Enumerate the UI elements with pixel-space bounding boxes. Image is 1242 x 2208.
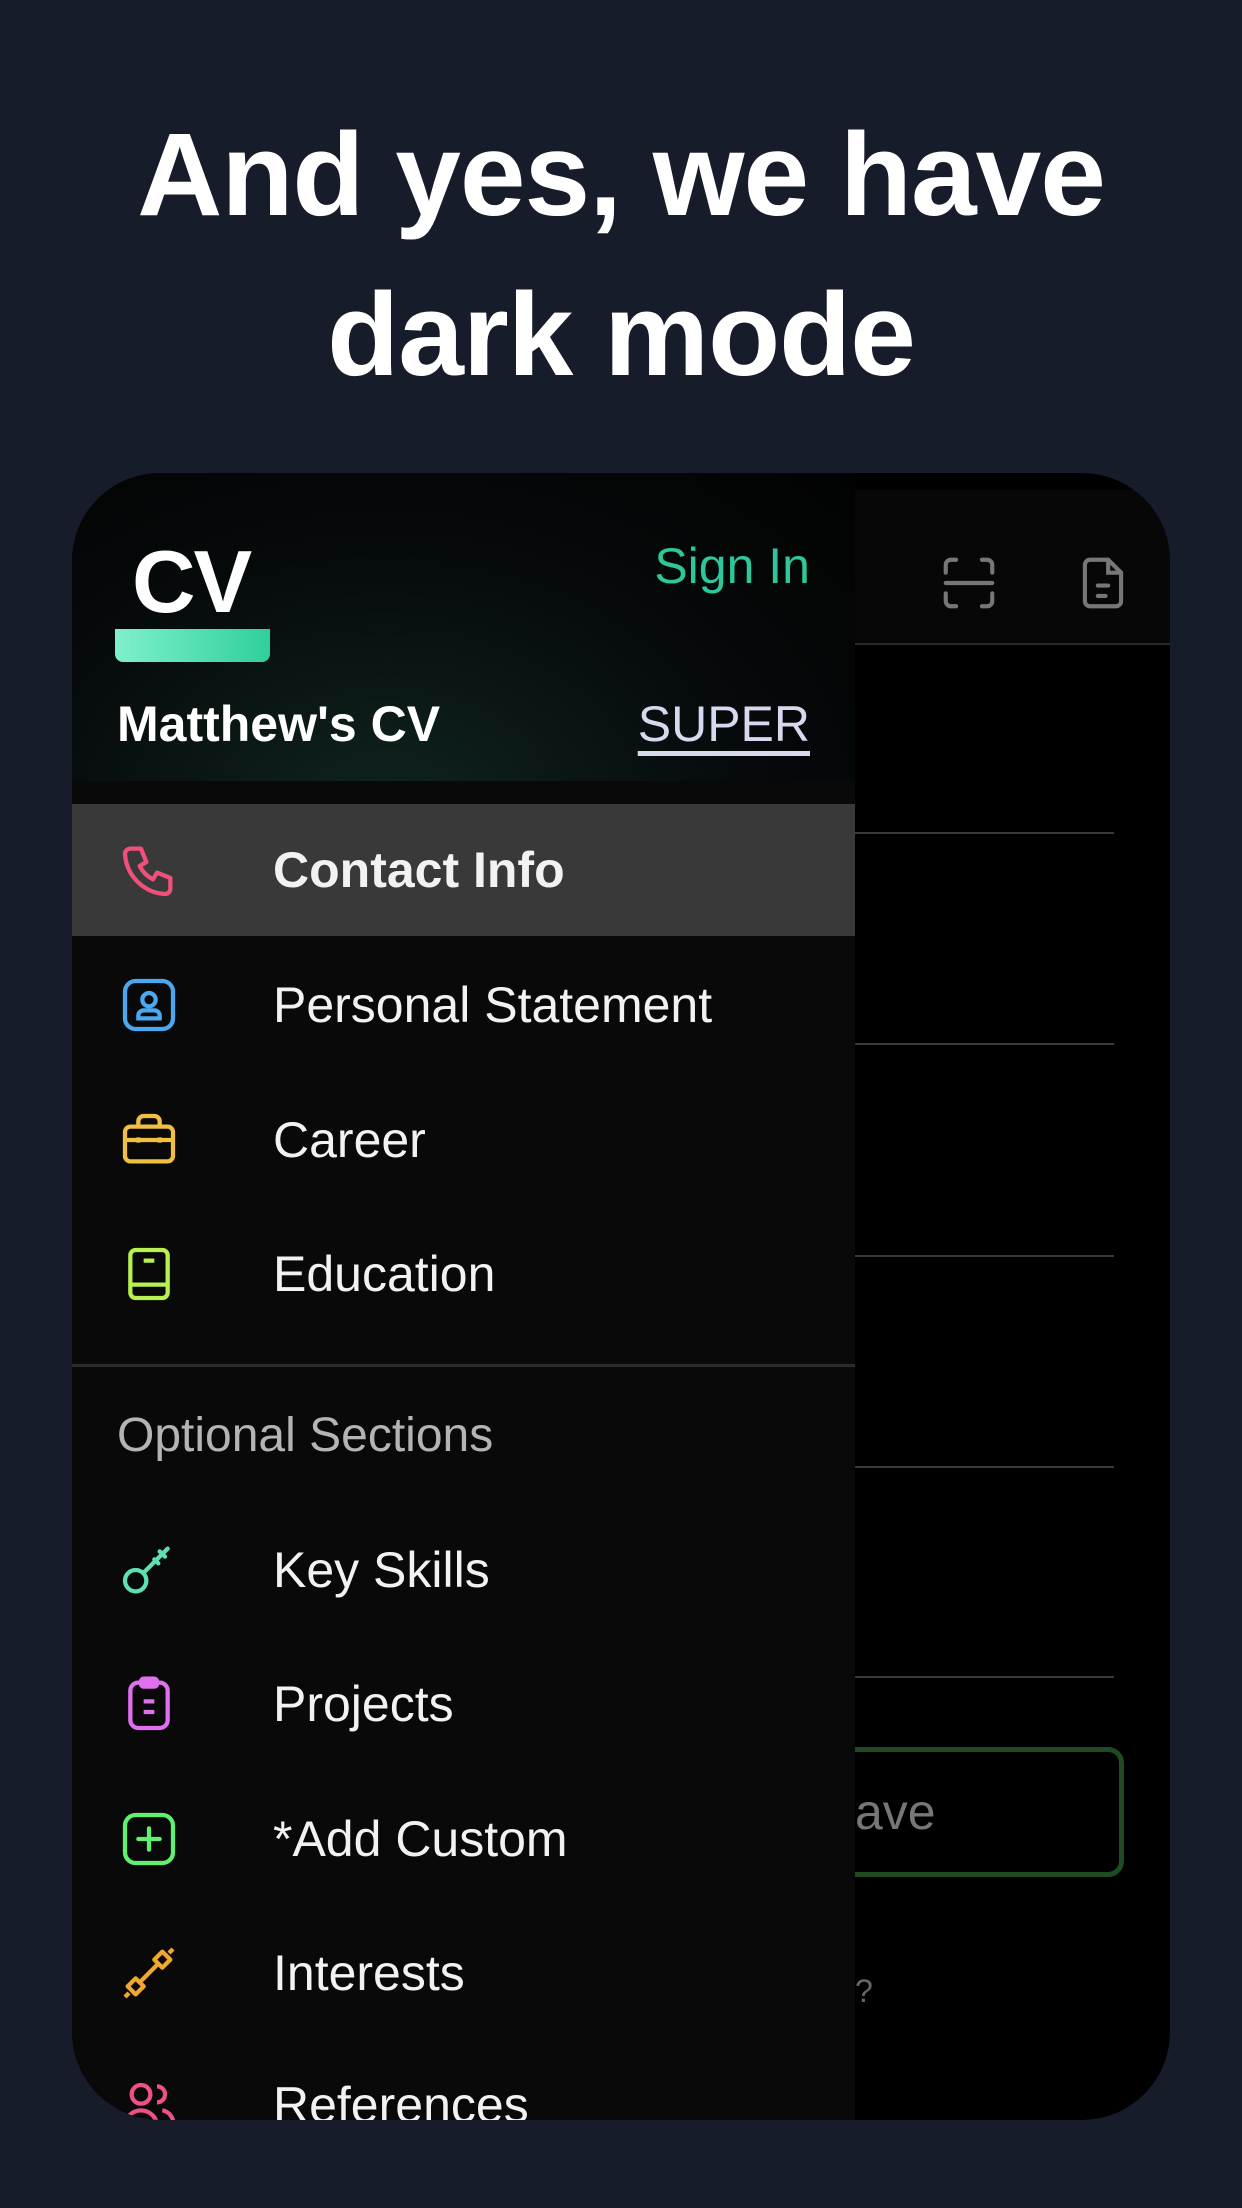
- menu-item-label: Career: [273, 1112, 426, 1168]
- phone-icon: [122, 846, 173, 897]
- section-divider: [72, 1364, 855, 1367]
- menu-item-label: Key Skills: [273, 1542, 490, 1598]
- field-divider: [855, 1676, 1114, 1678]
- menu-item-label: Interests: [273, 1945, 465, 2001]
- clipboard-icon: [128, 1676, 170, 1731]
- menu-item-key-skills[interactable]: Key Skills: [72, 1504, 855, 1636]
- document-icon[interactable]: [1072, 552, 1134, 614]
- dumbbell-icon: [123, 1947, 175, 1999]
- users-icon: [124, 2082, 176, 2120]
- user-badge-icon: [122, 978, 176, 1032]
- field-divider: [855, 832, 1114, 834]
- plus-square-icon: [122, 1812, 176, 1866]
- field-divider: [855, 1043, 1114, 1045]
- save-button-label: ave: [855, 1784, 936, 1840]
- cv-logo: CV: [132, 532, 252, 631]
- sign-in-link[interactable]: Sign In: [654, 537, 810, 595]
- menu-item-contact-info[interactable]: Contact Info: [72, 804, 855, 936]
- logo-underline: [115, 629, 270, 662]
- cv-name: Matthew's CV: [117, 696, 441, 752]
- field-divider: [855, 1255, 1114, 1257]
- menu-item-label: References: [273, 2077, 529, 2120]
- scan-icon[interactable]: [938, 552, 1000, 614]
- book-icon: [128, 1247, 170, 1301]
- headline-line-1: And yes, we have: [137, 109, 1106, 241]
- menu-item-personal-statement[interactable]: Personal Statement: [72, 939, 855, 1071]
- key-icon: [122, 1546, 170, 1594]
- drawer-header: CV Sign In Matthew's CV SUPER: [72, 473, 855, 781]
- help-text: ?: [855, 1973, 873, 2009]
- menu-item-add-custom[interactable]: *Add Custom: [72, 1773, 855, 1905]
- menu-item-education[interactable]: Education: [72, 1208, 855, 1340]
- navigation-drawer: CV Sign In Matthew's CV SUPER Contact In…: [72, 473, 855, 2120]
- headline: And yes, we have dark mode: [0, 95, 1242, 415]
- menu-item-label: Education: [273, 1246, 496, 1302]
- menu-item-projects[interactable]: Projects: [72, 1638, 855, 1770]
- field-divider: [855, 1466, 1114, 1468]
- super-plan-link[interactable]: SUPER: [638, 695, 810, 753]
- menu-item-label: Personal Statement: [273, 977, 713, 1033]
- menu-item-label: *Add Custom: [273, 1811, 568, 1867]
- briefcase-icon: [122, 1113, 176, 1164]
- menu-item-references[interactable]: References: [72, 2039, 855, 2120]
- headline-line-2: dark mode: [327, 269, 916, 401]
- menu-item-label: Contact Info: [273, 842, 565, 898]
- menu-item-label: Projects: [273, 1676, 454, 1732]
- menu-item-career[interactable]: Career: [72, 1074, 855, 1206]
- optional-sections-heading: Optional Sections: [117, 1409, 494, 1462]
- phone-screen: ave ? CV Sign In Matthew's CV SUPER Cont…: [72, 473, 1170, 2120]
- menu-item-interests[interactable]: Interests: [72, 1907, 855, 2039]
